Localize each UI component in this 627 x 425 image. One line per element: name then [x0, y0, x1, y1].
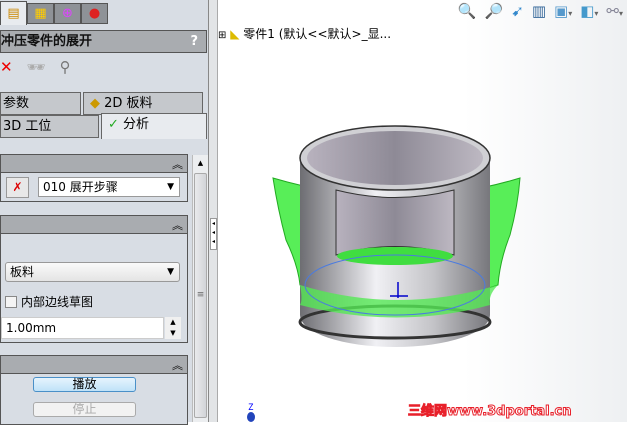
step-dropdown[interactable]: 010 展开步骤 ▼	[38, 177, 180, 197]
panel-splitter[interactable]: ◂ ◂ ◂	[208, 0, 218, 422]
checkbox-label: 内部边线草图	[21, 295, 94, 309]
collapse-icon[interactable]: ︽	[172, 357, 183, 373]
tab-3d-station[interactable]: 3D 工位	[0, 115, 99, 138]
group-header[interactable]: ︽	[1, 155, 187, 173]
step-icon: ✗	[12, 180, 23, 194]
dimxpert-icon: ⊕	[62, 6, 73, 21]
stop-button: 停止	[33, 402, 136, 417]
scroll-up-icon[interactable]: ▲	[193, 159, 208, 167]
feature-tree-tab[interactable]: ▦	[27, 3, 54, 24]
group-header[interactable]: ︽	[1, 216, 187, 234]
property-manager-icon: ▤	[7, 6, 20, 21]
chevron-down-icon: ▼	[167, 267, 174, 277]
spin-down-icon[interactable]: ▼	[165, 328, 181, 339]
inner-floor	[337, 247, 453, 265]
part-model[interactable]: Z	[218, 0, 627, 422]
tab-label: 分析	[123, 117, 150, 132]
source-value: 板料	[10, 265, 35, 279]
help-button[interactable]: ?	[190, 31, 198, 52]
tab-2d-blank[interactable]: ◆ 2D 板料	[83, 92, 203, 115]
manager-tabs: ▤ ▦ ⊕ ●	[0, 0, 210, 25]
step-group: ︽ ✗ 010 展开步骤 ▼	[0, 154, 188, 202]
dimxpert-tab[interactable]: ⊕	[54, 3, 81, 24]
cylinder-inner	[307, 131, 483, 185]
thickness-input[interactable]: 1.00mm	[1, 317, 164, 339]
animation-group: ︽ 播放 停止	[0, 355, 188, 425]
axis-z-label: Z	[248, 403, 254, 413]
close-icon[interactable]: ✕	[0, 58, 13, 78]
collapse-icon[interactable]: ︽	[172, 156, 183, 172]
tab-label: 2D 板料	[104, 96, 153, 111]
tab-label: 参数	[3, 96, 30, 111]
window-cutout	[335, 189, 455, 256]
display-manager-tab[interactable]: ●	[81, 3, 108, 24]
chevron-down-icon: ▼	[167, 182, 174, 192]
axis-triad-icon	[247, 412, 255, 422]
spin-up-icon[interactable]: ▲	[165, 317, 181, 328]
panel-scrollbar[interactable]: ▲ ≡	[192, 155, 208, 422]
panel-title-text: 冲压零件的展开	[1, 34, 93, 49]
collapse-panel-icon[interactable]: ◂ ◂ ◂	[210, 218, 217, 250]
check-icon: ✓	[108, 117, 119, 132]
group-header[interactable]: ︽	[1, 356, 187, 374]
inner-edge-checkbox[interactable]	[5, 295, 17, 308]
collapse-icon[interactable]: ︽	[172, 217, 183, 233]
step-value: 010 展开步骤	[43, 180, 118, 194]
display-group: ︽ 板料 ▼ 内部边线草图 1.00mm ▲ ▼	[0, 215, 188, 343]
play-button[interactable]: 播放	[33, 377, 136, 392]
display-manager-icon: ●	[88, 6, 101, 21]
blank-icon: ◆	[90, 96, 100, 111]
step-select-button[interactable]: ✗	[6, 177, 29, 198]
tab-parameters[interactable]: 参数	[0, 92, 81, 115]
property-manager-panel: ▤ ▦ ⊕ ● 冲压零件的展开? ✕ 🕶 ⚲ 参数 ◆ 2D 板料 3D 工位 …	[0, 0, 210, 425]
inner-edge-sketch-option[interactable]: 内部边线草图	[5, 293, 93, 310]
tab-analysis[interactable]: ✓ 分析	[101, 113, 207, 139]
property-manager-tab[interactable]: ▤	[0, 1, 27, 25]
thickness-spinner[interactable]: ▲ ▼	[165, 317, 181, 339]
panel-actions: ✕ 🕶 ⚲	[0, 58, 71, 78]
tab-label: 3D 工位	[3, 119, 52, 134]
watermark: 三维网www.3dportal.cn	[407, 404, 572, 420]
panel-title: 冲压零件的展开?	[0, 30, 207, 53]
pushpin-icon[interactable]: ⚲	[60, 58, 71, 78]
feature-tree-icon: ▦	[34, 6, 47, 21]
scroll-thumb[interactable]: ≡	[194, 173, 207, 418]
graphics-viewport[interactable]: 🔍 🔎 ➹ ▥ ▣▾ ◧▾ ⚯▾ ⊞ ◣ 零件1 (默认<<默认>_显... Z	[218, 0, 627, 422]
preview-icon[interactable]: 🕶	[27, 58, 46, 78]
thickness-value: 1.00mm	[6, 321, 57, 335]
source-dropdown[interactable]: 板料 ▼	[5, 262, 180, 282]
